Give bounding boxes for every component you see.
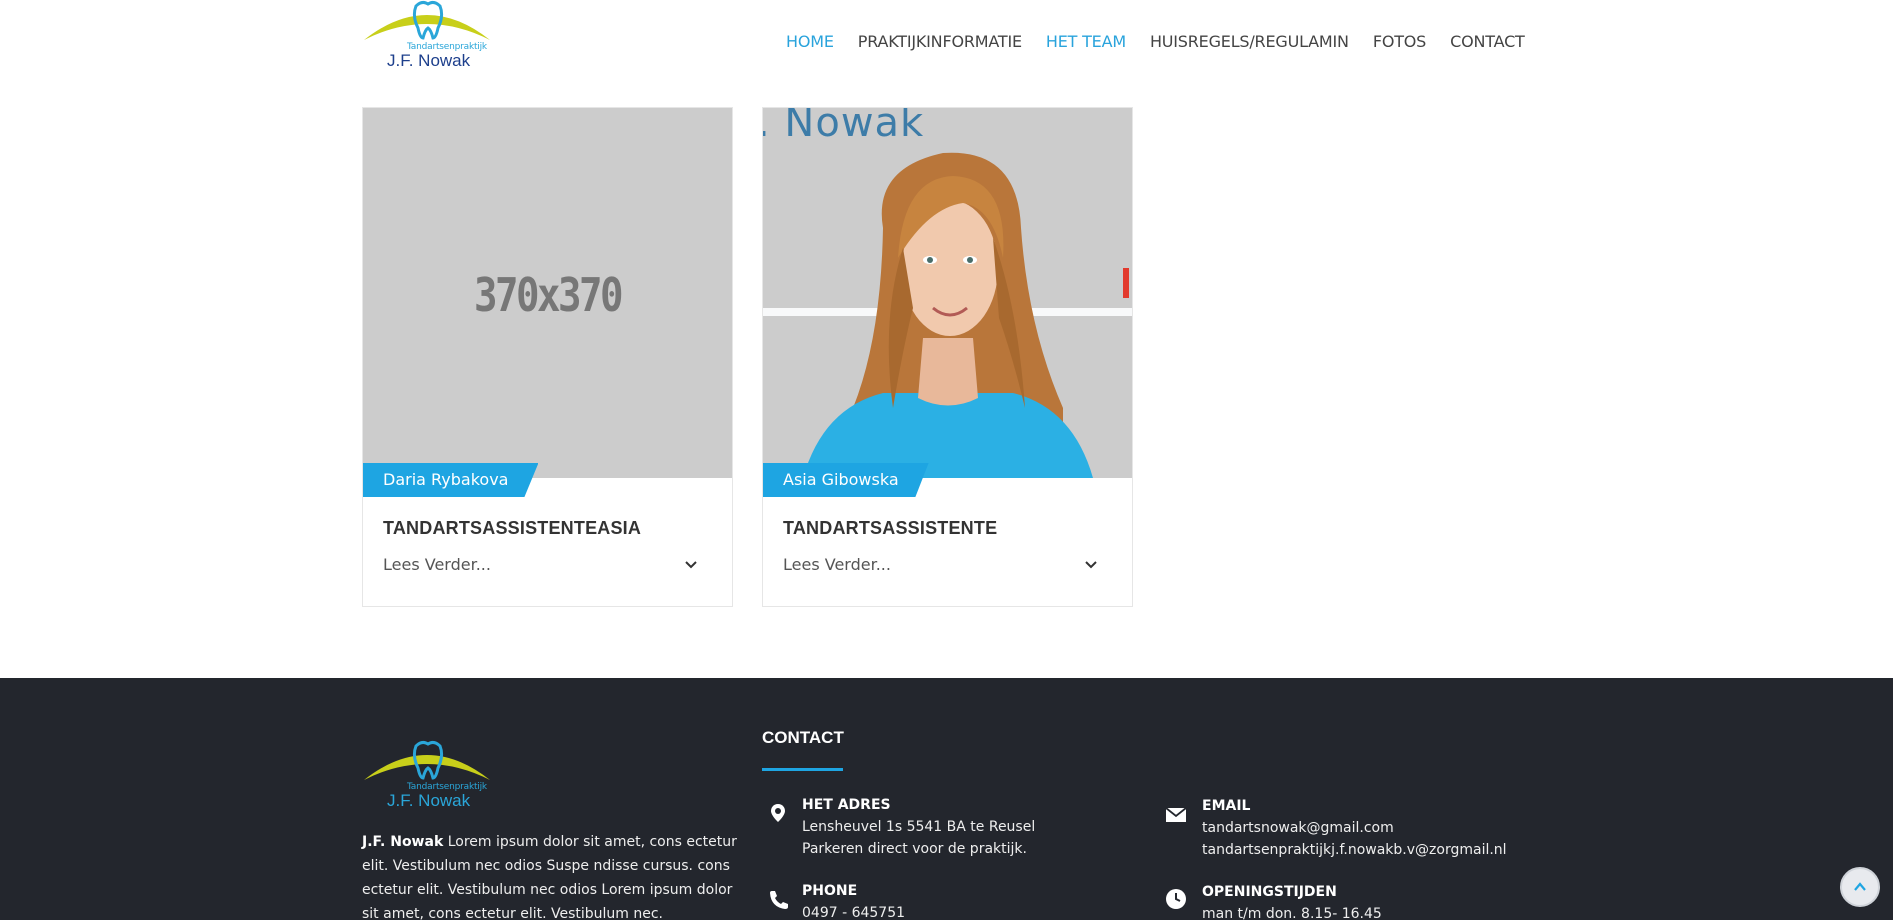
email-address-1[interactable]: tandartsnowak@gmail.com — [1202, 817, 1507, 839]
read-more-link[interactable]: Lees Verder... — [383, 555, 491, 574]
clock-icon — [1166, 889, 1186, 909]
address-heading: HET ADRES — [802, 797, 891, 813]
hours-heading: OPENINGSTIJDEN — [1202, 884, 1337, 900]
about-name: J.F. Nowak — [362, 834, 444, 850]
phone-heading: PHONE — [802, 883, 858, 899]
team-member-name: Daria Rybakova — [363, 463, 539, 497]
address-line-1: Lensheuvel 1s 5541 BA te Reusel — [802, 819, 1036, 835]
team-photo-placeholder: 370x370 — [363, 108, 732, 478]
site-logo[interactable]: Tandartsenpraktijk J.F. Nowak — [362, 0, 492, 72]
placeholder-size-label: 370x370 — [474, 268, 623, 322]
logo-name: J.F. Nowak — [387, 51, 471, 70]
contact-hours: OPENINGSTIJDEN man t/m don. 8.15- 16.45 — [1202, 881, 1382, 920]
site-header: Tandartsenpraktijk J.F. Nowak HOME PRAKT… — [0, 0, 1893, 85]
footer-about: J.F. Nowak Lorem ipsum dolor sit amet, c… — [362, 830, 737, 920]
email-address-2[interactable]: tandartsenpraktijkj.f.nowakb.v@zorgmail.… — [1202, 839, 1507, 861]
team-member-role: TANDARTSASSISTENTEASIA — [383, 518, 642, 538]
map-pin-icon — [771, 804, 785, 822]
contact-email: EMAIL tandartsnowak@gmail.com tandartsen… — [1202, 795, 1507, 861]
phone-icon — [770, 891, 788, 909]
nav-huisregels[interactable]: HUISREGELS/REGULAMIN — [1150, 32, 1349, 51]
nav-home[interactable]: HOME — [786, 32, 834, 51]
nav-praktijkinformatie[interactable]: PRAKTIJKINFORMATIE — [858, 32, 1022, 51]
team-card-2: . Nowak Asia Gibowska TANDARTSASSISTENTE… — [762, 107, 1133, 607]
nav-contact[interactable]: CONTACT — [1450, 32, 1525, 51]
team-member-role: TANDARTSASSISTENTE — [783, 518, 998, 538]
phone-number[interactable]: 0497 - 645751 — [802, 902, 905, 920]
chevron-up-icon — [1854, 882, 1866, 891]
team-member-name: Asia Gibowska — [763, 463, 929, 497]
read-more-link[interactable]: Lees Verder... — [783, 555, 891, 574]
address-line-2: Parkeren direct voor de praktijk. — [802, 841, 1027, 857]
contact-address: HET ADRES Lensheuvel 1s 5541 BA te Reuse… — [802, 794, 1035, 860]
main-nav: HOME PRAKTIJKINFORMATIE HET TEAM HUISREG… — [786, 32, 1549, 51]
footer-logo[interactable]: Tandartsenpraktijk J.F. Nowak — [362, 740, 492, 812]
site-footer: Tandartsenpraktijk J.F. Nowak J.F. Nowak… — [0, 678, 1893, 920]
title-underline — [762, 768, 843, 771]
footer-contact-title: CONTACT — [762, 728, 844, 747]
team-photo: . Nowak — [763, 108, 1132, 478]
hours-line-1: man t/m don. 8.15- 16.45 — [1202, 906, 1382, 920]
logo-name: J.F. Nowak — [387, 791, 471, 810]
nav-het-team[interactable]: HET TEAM — [1046, 32, 1126, 51]
contact-phone: PHONE 0497 - 645751 — [802, 880, 905, 920]
chevron-down-icon[interactable] — [684, 558, 698, 572]
nav-fotos[interactable]: FOTOS — [1373, 32, 1427, 51]
portrait-image — [763, 152, 1132, 478]
email-heading: EMAIL — [1202, 798, 1251, 814]
scroll-to-top-button[interactable] — [1840, 867, 1880, 907]
team-card-1: 370x370 Daria Rybakova TANDARTSASSISTENT… — [362, 107, 733, 607]
envelope-icon — [1165, 807, 1187, 822]
chevron-down-icon[interactable] — [1084, 558, 1098, 572]
